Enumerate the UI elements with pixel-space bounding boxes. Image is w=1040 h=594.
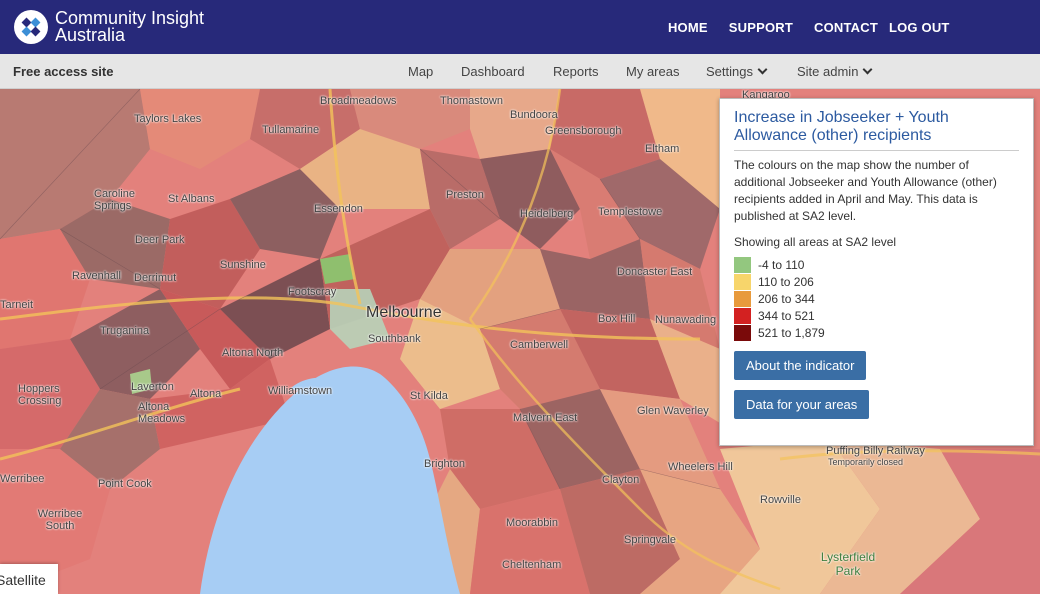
nav-contact[interactable]: CONTACT: [814, 20, 878, 35]
nav-site-admin[interactable]: Site admin: [797, 64, 873, 79]
place-label: Deer Park: [135, 234, 185, 246]
nav-reports[interactable]: Reports: [553, 64, 599, 79]
map-legend: -4 to 110 110 to 206 206 to 344 344 to 5…: [734, 256, 1019, 341]
place-label: Brighton: [424, 458, 465, 470]
legend-label: 110 to 206: [758, 274, 814, 289]
place-label: Point Cook: [98, 478, 152, 490]
place-label: Southbank: [368, 333, 421, 345]
nav-settings[interactable]: Settings: [706, 64, 768, 79]
place-label: Eltham: [645, 143, 680, 155]
chevron-down-icon: [757, 64, 768, 75]
place-label: Cheltenham: [502, 559, 562, 571]
top-navbar: Community Insight Australia HOME SUPPORT…: [0, 0, 1040, 54]
satellite-label: Satellite: [0, 572, 46, 588]
legend-label: 344 to 521: [758, 308, 815, 323]
place-label: Clayton: [602, 474, 640, 486]
panel-showing: Showing all areas at SA2 level: [734, 235, 897, 249]
brand-line2: Australia: [55, 25, 126, 45]
place-label: Rowville: [760, 494, 801, 506]
brand-name[interactable]: Community Insight Australia: [55, 9, 204, 45]
place-label: Essendon: [314, 203, 363, 215]
place-label: Doncaster East: [617, 266, 693, 278]
nav-logout[interactable]: LOG OUT: [889, 20, 950, 35]
legend-swatch: [734, 256, 751, 273]
indicator-panel: Increase in Jobseeker + Youth Allowance …: [719, 98, 1034, 446]
place-label: Ravenhall: [72, 270, 121, 282]
place-label-city: Melbourne: [366, 304, 442, 321]
place-label: Laverton: [131, 381, 174, 393]
place-label: Temporarily closed: [828, 457, 904, 467]
legend-swatch: [734, 273, 751, 290]
place-label: Truganina: [100, 325, 150, 337]
legend-swatch: [734, 324, 751, 341]
place-label: Tarneit: [0, 299, 34, 311]
place-label: Werribee South: [37, 508, 83, 532]
place-label: Preston: [446, 189, 484, 201]
panel-description: The colours on the map show the number o…: [734, 158, 997, 223]
legend-item: -4 to 110: [734, 256, 1019, 273]
main-nav: HOME SUPPORT CONTACT LOG OUT: [668, 20, 949, 35]
legend-item: 344 to 521: [734, 307, 1019, 324]
place-label-park: Lysterfield Park: [820, 550, 876, 578]
place-label: Derrimut: [134, 272, 177, 284]
place-label: Williamstown: [268, 385, 333, 397]
legend-swatch: [734, 290, 751, 307]
free-access-label: Free access site: [13, 64, 114, 79]
legend-label: 521 to 1,879: [758, 325, 825, 340]
place-label: Taylors Lakes: [134, 113, 202, 125]
place-label: Greensborough: [545, 125, 622, 137]
legend-label: -4 to 110: [758, 257, 805, 272]
satellite-toggle[interactable]: Satellite: [0, 564, 58, 594]
data-for-areas-button[interactable]: Data for your areas: [734, 390, 870, 419]
nav-site-admin-label: Site admin: [797, 64, 859, 79]
chevron-down-icon: [862, 64, 873, 75]
place-label: Altona Meadows: [138, 401, 186, 425]
place-label: Tullamarine: [262, 124, 320, 136]
place-label: St Kilda: [410, 390, 448, 402]
place-label: Bundoora: [510, 109, 558, 121]
place-label: Puffing Billy Railway: [826, 445, 925, 457]
place-label: Altona: [190, 388, 222, 400]
place-label: Caroline Springs: [94, 188, 135, 212]
nav-dashboard[interactable]: Dashboard: [461, 64, 525, 79]
place-label: Footscray: [288, 286, 337, 298]
place-label: Thomastown: [440, 95, 503, 107]
place-label: Box Hill: [598, 313, 636, 325]
nav-my-areas[interactable]: My areas: [626, 64, 679, 79]
nav-map[interactable]: Map: [408, 64, 433, 79]
nav-support[interactable]: SUPPORT: [729, 20, 793, 35]
place-label: St Albans: [168, 193, 215, 205]
place-label: Nunawading: [655, 314, 717, 326]
place-label: Heidelberg: [520, 208, 574, 220]
place-label: Camberwell: [510, 339, 569, 351]
place-label: Altona North: [222, 347, 284, 359]
place-label: Broadmeadows: [320, 95, 397, 107]
place-label: Werribee: [0, 473, 45, 485]
legend-item: 521 to 1,879: [734, 324, 1019, 341]
secondary-navbar: Free access site Map Dashboard Reports M…: [0, 54, 1040, 89]
place-label: Springvale: [624, 534, 676, 546]
logo-icon[interactable]: [14, 10, 48, 44]
place-label: Moorabbin: [506, 517, 558, 529]
place-label: Wheelers Hill: [668, 461, 733, 473]
place-label: Glen Waverley: [637, 405, 709, 417]
panel-title: Increase in Jobseeker + Youth Allowance …: [734, 109, 1019, 151]
legend-item: 110 to 206: [734, 273, 1019, 290]
nav-home[interactable]: HOME: [668, 20, 708, 35]
place-label: Sunshine: [220, 259, 266, 271]
place-label: Malvern East: [513, 412, 578, 424]
legend-swatch: [734, 307, 751, 324]
place-label: Templestowe: [598, 206, 663, 218]
place-label: Hoppers Crossing: [18, 383, 62, 407]
legend-label: 206 to 344: [758, 291, 815, 306]
about-indicator-button[interactable]: About the indicator: [734, 351, 867, 380]
nav-settings-label: Settings: [706, 64, 753, 79]
legend-item: 206 to 344: [734, 290, 1019, 307]
